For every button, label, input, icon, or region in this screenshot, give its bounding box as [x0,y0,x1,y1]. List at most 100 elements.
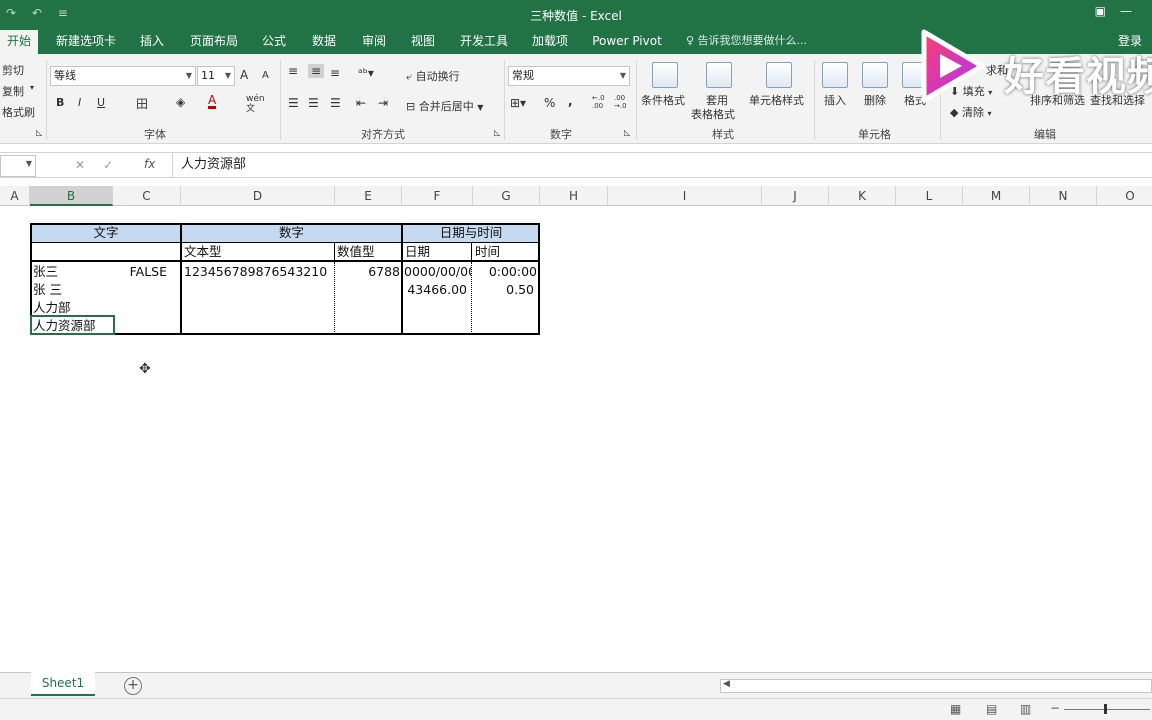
tab-insert[interactable]: 插入 [134,30,170,54]
column-header-j[interactable]: J [762,186,829,206]
column-header-n[interactable]: N [1030,186,1097,206]
column-header-e[interactable]: E [335,186,402,206]
tab-review[interactable]: 审阅 [356,30,392,54]
decrease-decimal-icon[interactable]: .00 →.0 [614,94,632,110]
underline-button[interactable]: U [97,96,105,109]
accounting-format-icon[interactable]: ⊞▾ [510,96,526,110]
column-header-g[interactable]: G [473,186,540,206]
cell-e3[interactable]: 6788 [336,263,400,281]
percent-button[interactable]: % [544,96,555,110]
dialog-launcher-icon[interactable]: ◺ [36,128,42,137]
border-icon[interactable]: 田 [136,95,148,112]
enter-icon[interactable]: ✓ [103,158,131,172]
copy-button[interactable]: 复制 [2,83,24,99]
orientation-icon[interactable]: ᵃᵇ▾ [358,66,374,80]
align-left-icon[interactable]: ☰ [288,96,299,110]
cell-g3[interactable]: 0:00:00 [473,263,537,281]
tell-me-search[interactable]: ♀ 告诉我您想要做什么... [686,30,807,54]
italic-button[interactable]: I [78,96,81,109]
column-header-c[interactable]: C [113,186,181,206]
cut-button[interactable]: 剪切 [2,62,24,78]
insert-cells-icon[interactable] [822,62,848,88]
name-box[interactable]: ▼ [0,155,36,177]
column-header-i[interactable]: I [608,186,762,206]
add-sheet-icon[interactable]: + [124,677,142,695]
align-center-icon[interactable]: ☰ [308,96,319,110]
cell-f3[interactable]: 0000/00/00 [404,263,471,281]
increase-indent-icon[interactable]: ⇥ [378,96,388,110]
subheader-text-type[interactable]: 文本型 [184,243,334,261]
merge-center-button[interactable]: ⊟ 合并后居中 ▼ [406,98,483,114]
column-header-d[interactable]: D [181,186,335,206]
tab-page-layout[interactable]: 页面布局 [184,30,244,54]
column-header-f[interactable]: F [402,186,473,206]
delete-cells-button[interactable]: 删除 [864,92,886,108]
number-format-select[interactable]: 常规 ▼ [508,66,630,86]
insert-function-icon[interactable]: fx [144,157,155,171]
conditional-format-icon[interactable] [652,62,678,88]
bold-button[interactable]: B [56,96,64,109]
dialog-launcher-icon[interactable]: ◺ [624,128,630,137]
shrink-font-icon[interactable]: A [262,70,269,81]
zoom-slider-thumb[interactable] [1104,704,1107,714]
delete-cells-icon[interactable] [862,62,888,88]
phonetic-icon[interactable]: wén 文 [246,94,268,114]
zoom-out-icon[interactable]: − [1050,701,1060,715]
align-top-icon[interactable]: ≡ [288,64,298,78]
cell-c3[interactable]: FALSE [114,263,167,281]
fill-color-icon[interactable]: ◈ [176,95,185,109]
horizontal-scrollbar[interactable]: ◀ [720,679,1152,693]
cell-d3[interactable]: 123456789876543210 [184,263,334,281]
column-header-l[interactable]: L [896,186,963,206]
restore-window-icon[interactable]: ▣ [1095,4,1120,18]
formula-input[interactable]: 人力资源部 [172,153,1152,177]
cell-b3[interactable]: 张三 [33,263,123,281]
font-name-select[interactable]: 等线 ▼ [50,66,196,86]
comma-button[interactable]: , [568,94,573,108]
tab-home[interactable]: 开始 [0,30,38,55]
tab-developer[interactable]: 开发工具 [454,30,514,54]
page-break-view-icon[interactable]: ▥ [1020,702,1031,716]
wrap-text-button[interactable]: ⤶ 自动换行 [406,68,460,84]
column-header-o[interactable]: O [1097,186,1152,206]
header-text-cell[interactable]: 文字 [31,224,181,242]
subheader-time[interactable]: 时间 [475,243,539,261]
column-header-h[interactable]: H [540,186,608,206]
grow-font-icon[interactable]: A [240,68,248,82]
align-middle-icon[interactable]: ≡ [308,64,325,78]
sheet-tab-sheet1[interactable]: Sheet1 [31,672,95,696]
page-layout-view-icon[interactable]: ▤ [986,702,997,716]
cell-g4[interactable]: 0.50 [473,281,534,299]
cancel-icon[interactable]: ✕ [75,158,103,172]
insert-cells-button[interactable]: 插入 [824,92,846,108]
align-bottom-icon[interactable]: ≡ [330,66,340,80]
subheader-numeric-type[interactable]: 数值型 [337,243,401,261]
normal-view-icon[interactable]: ▦ [950,702,961,716]
increase-decimal-icon[interactable]: ←.0 .00 [592,94,610,110]
column-header-m[interactable]: M [963,186,1030,206]
subheader-date[interactable]: 日期 [405,243,471,261]
tab-view[interactable]: 视图 [405,30,441,54]
tab-data[interactable]: 数据 [306,30,342,54]
scroll-left-icon[interactable]: ◀ [723,679,730,689]
cell-styles-icon[interactable] [766,62,792,88]
cell-styles-button[interactable]: 单元格样式 [749,92,804,108]
tab-formulas[interactable]: 公式 [256,30,292,54]
worksheet-grid[interactable]: 文字 数字 日期与时间 文本型 数值型 日期 时间 张三 FALSE 12345… [0,206,1152,672]
table-format-icon[interactable] [706,62,732,88]
format-painter-button[interactable]: 格式刷 [2,104,35,120]
align-right-icon[interactable]: ☰ [330,96,341,110]
copy-dropdown-icon[interactable]: ▾ [30,83,34,92]
cell-b4[interactable]: 张 三 [33,281,123,299]
conditional-format-button[interactable]: 条件格式 [641,92,685,108]
cell-f4[interactable]: 43466.00 [404,281,467,299]
header-datetime-cell[interactable]: 日期与时间 [402,224,540,242]
font-color-icon[interactable]: A [208,94,217,109]
tab-addins[interactable]: 加载项 [526,30,574,54]
column-header-a[interactable]: A [0,186,30,206]
column-header-b[interactable]: B [30,186,113,206]
minimize-window-icon[interactable]: — [1120,4,1146,18]
decrease-indent-icon[interactable]: ⇤ [356,96,366,110]
column-header-k[interactable]: K [829,186,896,206]
font-size-select[interactable]: 11 ▼ [197,66,235,86]
